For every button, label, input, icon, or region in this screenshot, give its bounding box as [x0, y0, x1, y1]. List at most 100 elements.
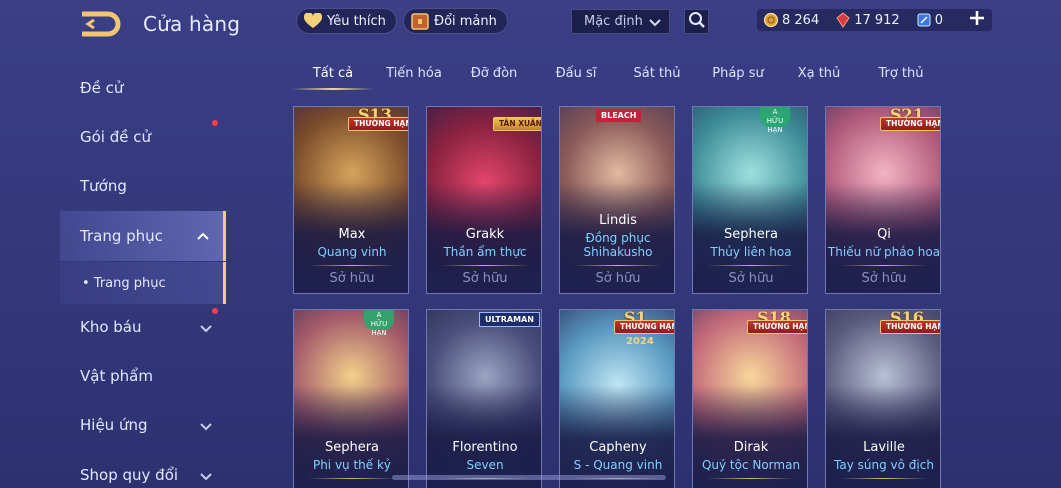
sidebar-item-label: Vật phẩm	[80, 367, 153, 385]
voucher-currency: 0	[916, 12, 943, 28]
skin-card[interactable]: S21 THƯỜNG HẠNG Qi Thiếu nữ pháo hoa Sở …	[825, 106, 941, 294]
skin-card[interactable]: S13 THƯỜNG HẠNG Max Quang vinh Sở hữu	[293, 106, 409, 294]
chevron-down-icon	[198, 468, 214, 488]
hero-name: Capheny	[589, 440, 647, 455]
currency-bar: 8 264 17 912 0	[757, 9, 992, 31]
tab-marksman[interactable]: Xạ thủ	[779, 66, 859, 81]
skin-name: Seven	[466, 458, 504, 472]
gem-currency: 17 912	[835, 12, 900, 28]
rank-badge: THƯỜNG HẠNG	[880, 320, 940, 334]
search-button[interactable]	[684, 9, 709, 34]
skin-name: Quý tộc Norman	[701, 458, 801, 472]
rank-badge: THƯỜNG HẠNG	[348, 117, 408, 131]
skin-card[interactable]: S16 THƯỜNG HẠNG Laville Tay súng vô địch	[825, 309, 941, 488]
voucher-icon	[916, 12, 932, 28]
rank-badge: THƯỜNG HẠNG	[747, 320, 807, 334]
exchange-shards-label: Đổi mảnh	[434, 13, 497, 29]
skin-name: Thủy liên hoa	[710, 245, 792, 259]
skin-name: Thần ẩm thực	[443, 245, 527, 259]
hero-name: Max	[338, 227, 366, 242]
divider	[308, 478, 396, 479]
sidebar: Đề cử Gói đề cử Tướng Trang phục • Trang…	[0, 60, 226, 488]
limited-badge: A HỮU HẠN	[364, 310, 394, 337]
ownership-status: Sở hữu	[329, 271, 375, 286]
skin-card[interactable]: S1 THƯỜNG HẠNG 2024 Capheny S - Quang vi…	[559, 309, 675, 488]
tab-evolution[interactable]: Tiến hóa	[374, 66, 454, 81]
rank-badge: THƯỜNG HẠNG	[614, 320, 674, 334]
collab-badge: BLEACH	[596, 109, 642, 122]
ownership-status: Sở hữu	[462, 271, 508, 286]
favorites-label: Yêu thích	[327, 13, 386, 29]
skin-card[interactable]: S18 THƯỜNG HẠNG Dirak Quý tộc Norman	[692, 309, 808, 488]
tab-all[interactable]: Tất cả	[292, 66, 374, 81]
ownership-status: Sở hữu	[861, 271, 907, 286]
divider	[441, 265, 529, 266]
hero-name: Dirak	[733, 440, 769, 455]
sidebar-item-items[interactable]: Vật phẩm	[60, 351, 226, 401]
chevron-down-icon	[647, 14, 663, 34]
hero-name: Sephera	[324, 440, 380, 455]
sidebar-item-recommended[interactable]: Đề cử	[60, 63, 226, 113]
chevron-up-icon	[195, 228, 211, 248]
page-title: Cửa hàng	[143, 12, 241, 36]
plus-icon	[969, 10, 985, 30]
divider	[840, 478, 928, 479]
collab-badge: ULTRAMAN	[479, 312, 540, 327]
skin-card[interactable]: A HỮU HẠN Sephera Phi vụ thế kỷ	[293, 309, 409, 488]
heart-icon	[303, 11, 323, 31]
skin-card[interactable]: A HỮU HẠN Sephera Thủy liên hoa Sở hữu	[692, 106, 808, 294]
tab-mage[interactable]: Pháp sư	[697, 66, 779, 81]
exchange-shards-button[interactable]: Đổi mảnh	[403, 8, 508, 34]
hero-name: Sephera	[723, 227, 779, 242]
search-icon	[688, 11, 706, 33]
sort-dropdown[interactable]: Mặc định	[571, 9, 670, 34]
tab-support[interactable]: Trợ thủ	[860, 66, 942, 81]
rank-badge: THƯỜNG HẠNG	[880, 117, 940, 131]
notification-dot	[212, 120, 218, 126]
sidebar-item-skins[interactable]: Trang phục	[60, 211, 226, 261]
sidebar-item-label: Đề cử	[80, 79, 124, 97]
ownership-status: Sở hữu	[595, 271, 641, 286]
horizontal-scrollbar[interactable]	[392, 475, 666, 480]
add-currency-button[interactable]	[966, 9, 988, 31]
hero-name: Laville	[863, 440, 905, 455]
sidebar-subitem-skins[interactable]: • Trang phục	[60, 262, 226, 304]
sidebar-item-label: Trang phục	[80, 227, 163, 245]
back-icon[interactable]	[78, 10, 126, 38]
sidebar-item-exchange-shop[interactable]: Shop quy đổi	[60, 450, 226, 488]
ownership-status: Sở hữu	[728, 271, 774, 286]
sidebar-item-treasure[interactable]: Kho báu	[60, 302, 226, 352]
skin-card[interactable]: TÂN XUÂN Grakk Thần ẩm thực Sở hữu	[426, 106, 542, 294]
skin-name: Đồng phục Shihakusho	[583, 231, 653, 259]
divider	[840, 265, 928, 266]
sidebar-item-recommended-packs[interactable]: Gói đề cử	[60, 112, 226, 162]
sidebar-item-effects[interactable]: Hiệu ứng	[60, 400, 226, 450]
tab-tank[interactable]: Đỡ đòn	[454, 66, 534, 81]
voucher-amount: 0	[934, 12, 943, 28]
sidebar-item-heroes[interactable]: Tướng	[60, 161, 226, 211]
tab-assassin[interactable]: Sát thủ	[617, 66, 697, 81]
tab-fighter[interactable]: Đấu sĩ	[536, 66, 616, 81]
sidebar-subitem-label: • Trang phục	[82, 275, 166, 291]
skin-name: S - Quang vinh	[573, 458, 663, 472]
skin-card[interactable]: ULTRAMAN Florentino Seven	[426, 309, 542, 488]
sort-value: Mặc định	[584, 14, 643, 29]
divider	[707, 265, 795, 266]
sidebar-item-label: Shop quy đổi	[80, 466, 179, 484]
sidebar-item-label: Tướng	[80, 177, 127, 195]
chevron-down-icon	[198, 320, 214, 340]
favorites-button[interactable]: Yêu thích	[296, 8, 397, 34]
chevron-down-icon	[198, 418, 214, 438]
skin-card[interactable]: BLEACH Lindis Đồng phục Shihakusho Sở hữ…	[559, 106, 675, 294]
skin-name: Thiếu nữ pháo hoa	[827, 245, 941, 259]
skin-name: Quang vinh	[317, 245, 387, 259]
gold-coin-icon	[763, 12, 779, 28]
category-tabs: Tất cả Tiến hóa Đỡ đòn Đấu sĩ Sát thủ Ph…	[292, 60, 952, 92]
sidebar-item-label: Hiệu ứng	[80, 416, 148, 434]
hero-name: Grakk	[465, 227, 505, 242]
top-bar: Cửa hàng Yêu thích Đổi mảnh Mặc định 8 2…	[0, 0, 1061, 46]
active-tab-indicator	[292, 88, 374, 90]
gold-amount: 8 264	[782, 12, 820, 28]
divider	[574, 265, 662, 266]
divider	[308, 265, 396, 266]
